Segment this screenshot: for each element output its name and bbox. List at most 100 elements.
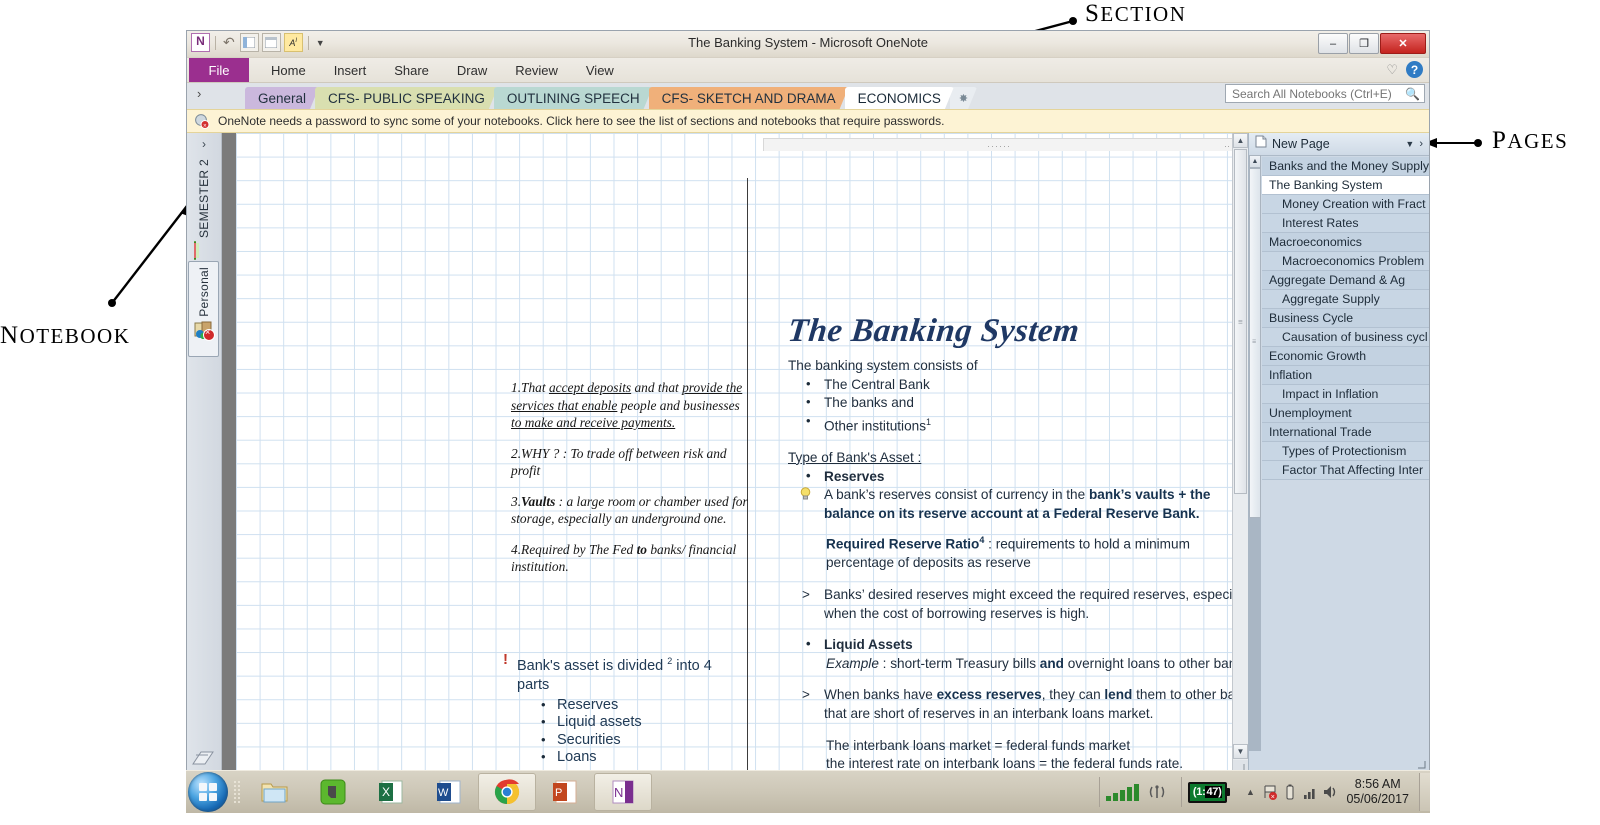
side-notes-block[interactable]: 1.That accept deposits and that provide … [511, 379, 751, 589]
windows-start-orb-icon[interactable] [188, 772, 228, 812]
restore-button[interactable]: ❐ [1349, 33, 1379, 54]
signal-bars-icon[interactable] [1105, 783, 1139, 801]
show-hidden-icons-button[interactable]: ▲ [1240, 782, 1260, 802]
svg-text:×: × [1271, 794, 1275, 801]
show-desktop-button[interactable] [1419, 773, 1430, 811]
page-list-item[interactable]: Macroeconomics Problem [1262, 252, 1429, 271]
resize-handle-icon[interactable]: ·· [1224, 141, 1230, 151]
sidebar-item-personal[interactable]: Personal [188, 261, 219, 357]
intro-bullet-item: Other institutions1 [788, 412, 1248, 436]
heart-icon[interactable]: ♡ [1386, 62, 1398, 78]
tab-review[interactable]: Review [501, 58, 572, 82]
notebook-label: Personal [196, 267, 211, 317]
pages-scrollbar-thumb[interactable]: ≡ [1249, 168, 1261, 518]
battery-icon[interactable]: (1:47) [1187, 781, 1231, 803]
new-section-icon[interactable]: ✸ [950, 87, 977, 109]
usb-device-icon[interactable] [1280, 782, 1300, 802]
note-page[interactable]: ······ ·· 1.That accept deposits and tha… [236, 133, 1248, 775]
excel-icon: X [376, 778, 406, 806]
page-list-item[interactable]: Aggregate Demand & Ag [1262, 271, 1429, 290]
help-button[interactable]: ? [1406, 61, 1423, 78]
section-tab-label: CFS- SKETCH AND DRAMA [661, 90, 836, 106]
expand-pane-icon[interactable]: › [1419, 138, 1423, 150]
search-icon[interactable]: 🔍 [1405, 87, 1420, 101]
section-tab-outlining-speech[interactable]: OUTLINING SPEECH [494, 87, 653, 109]
expand-navigation-icon[interactable]: › [197, 86, 201, 101]
page-list-item[interactable]: Aggregate Supply [1262, 290, 1429, 309]
wifi-icon[interactable] [1147, 782, 1167, 802]
section-tab-cfs-public-speaking[interactable]: CFS- PUBLIC SPEAKING [315, 87, 498, 109]
note-container-handle[interactable]: ······ ·· [763, 138, 1235, 151]
tab-view[interactable]: View [572, 58, 628, 82]
tab-share[interactable]: Share [380, 58, 443, 82]
taskbar-item-onenote[interactable]: N [594, 773, 652, 811]
clock[interactable]: 8:56 AM 05/06/2017 [1340, 777, 1419, 807]
bank-asset-block[interactable]: ! Bank's asset is divided 2 into 4 parts… [503, 652, 748, 767]
page-list-item[interactable]: Inflation [1262, 366, 1429, 385]
battery-time-a: (1: [1192, 786, 1206, 798]
rail-collapse-icon[interactable]: › [190, 137, 218, 151]
taskbar-item-excel[interactable]: X [362, 773, 420, 811]
desired-reserves-line: > Banks’ desired reserves might exceed t… [802, 587, 1248, 621]
scroll-down-button[interactable]: ▼ [1233, 744, 1248, 759]
sidebar-item-semester-2[interactable]: SEMESTER 2 [190, 159, 218, 264]
section-tab-label: CFS- PUBLIC SPEAKING [328, 90, 485, 106]
taskbar-item-word[interactable]: W [420, 773, 478, 811]
page-list-item[interactable]: Types of Protectionism [1262, 442, 1429, 461]
clock-date: 05/06/2017 [1346, 792, 1409, 806]
svg-text:P: P [555, 787, 562, 799]
page-list-item[interactable]: Unemployment [1262, 404, 1429, 423]
password-notice-bar[interactable]: × OneNote needs a password to sync some … [187, 109, 1429, 133]
main-note-block[interactable]: The Banking System The banking system co… [786, 311, 1248, 775]
caret-down-icon[interactable]: ▼ [1405, 139, 1414, 149]
page-list-item[interactable]: Interest Rates [1262, 214, 1429, 233]
tab-home[interactable]: Home [257, 58, 320, 82]
taskbar-item-powerpoint[interactable]: P [536, 773, 594, 811]
taskbar-item-chrome[interactable] [478, 773, 536, 811]
action-center-flag-icon[interactable]: × [1260, 782, 1280, 802]
interbank-line-1: The interbank loans market = federal fun… [826, 737, 1131, 753]
new-page-button[interactable]: New Page ▼ › [1249, 133, 1429, 156]
network-bars-icon[interactable] [1300, 782, 1320, 802]
pages-scroll-up-button[interactable]: ▲ [1249, 155, 1261, 168]
page-scrollbar[interactable]: ▲ ≡ ▼ [1232, 133, 1248, 775]
volume-icon[interactable] [1320, 782, 1340, 802]
pages-scrollbar[interactable]: ▲ ≡ [1249, 155, 1261, 751]
page-list-item[interactable]: The Banking System [1262, 176, 1429, 195]
footnote-marker: 1 [926, 416, 932, 427]
title-bar: N ↶ AI ▼ The Banking System - Microsoft … [187, 31, 1429, 58]
divider [1098, 777, 1100, 807]
page-canvas-area: ······ ·· 1.That accept deposits and tha… [222, 133, 1248, 775]
page-list-item[interactable]: Money Creation with Fract [1262, 195, 1429, 214]
search-input[interactable]: 🔍 [1225, 84, 1425, 103]
close-button[interactable]: ✕ [1380, 33, 1426, 54]
section-tab-cfs-sketch-and-drama[interactable]: CFS- SKETCH AND DRAMA [649, 87, 849, 109]
section-tab-bar: › General CFS- PUBLIC SPEAKING OUTLINING S… [187, 83, 1429, 109]
chevron-marker-icon: > [802, 587, 810, 602]
section-tab-economics[interactable]: ECONOMICS [845, 87, 954, 109]
taskbar-grip-icon[interactable] [232, 776, 242, 808]
tab-file[interactable]: File [189, 58, 249, 82]
page-list-item[interactable]: Banks and the Money Supply [1262, 157, 1429, 176]
page-list-item[interactable]: Factor That Affecting Inter [1262, 461, 1429, 480]
section-tab-general[interactable]: General [245, 87, 319, 109]
page-list-item[interactable]: Macroeconomics [1262, 233, 1429, 252]
page-list-item[interactable]: Impact in Inflation [1262, 385, 1429, 404]
side-note-3: 3.Vaults : a large room or chamber used … [511, 493, 748, 527]
page-list-item[interactable]: Economic Growth [1262, 347, 1429, 366]
ribbon-right-controls: ♡ ? [1386, 61, 1423, 78]
taskbar-item-evernote[interactable] [304, 773, 362, 811]
scrollbar-thumb[interactable]: ≡ [1234, 149, 1247, 494]
page-list-item[interactable]: Causation of business cycl [1262, 328, 1429, 347]
taskbar-item-windows-explorer[interactable] [246, 773, 304, 811]
search-field[interactable] [1230, 85, 1406, 102]
unfiled-notes-icon[interactable] [192, 749, 214, 769]
page-list-item[interactable]: International Trade [1262, 423, 1429, 442]
liquid-assets-example: Example : short-term Treasury bills and … [826, 655, 1248, 671]
scroll-up-button[interactable]: ▲ [1233, 133, 1248, 148]
tab-draw[interactable]: Draw [443, 58, 501, 82]
tab-insert[interactable]: Insert [320, 58, 381, 82]
page-list-item[interactable]: Business Cycle [1262, 309, 1429, 328]
minimize-button[interactable]: – [1318, 33, 1348, 54]
window-title: The Banking System - Microsoft OneNote [688, 35, 928, 50]
